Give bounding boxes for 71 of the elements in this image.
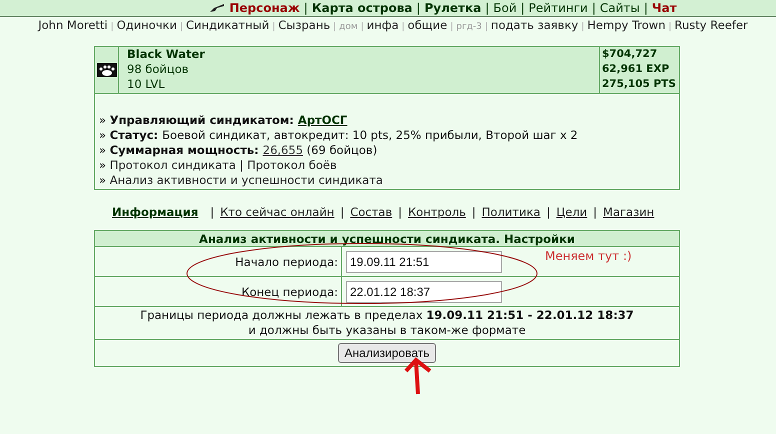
separator: | xyxy=(110,21,114,34)
separator: | xyxy=(520,0,525,17)
nav-link[interactable]: Персонаж xyxy=(229,0,300,17)
sub-nav-link[interactable]: Сызрань xyxy=(278,17,330,33)
separator: | xyxy=(340,204,344,221)
info-line: » Суммарная мощность: 26,655 (69 бойцов) xyxy=(99,143,378,158)
tab[interactable]: Информация xyxy=(112,204,198,222)
tab[interactable]: Кто сейчас онлайн xyxy=(220,204,334,222)
separator: | xyxy=(180,21,183,34)
field-label: Начало периода: xyxy=(95,247,342,276)
paw-icon xyxy=(96,63,116,77)
info-link[interactable]: Протокол синдиката xyxy=(110,158,236,172)
tab[interactable]: Контроль xyxy=(408,204,466,222)
separator: | xyxy=(272,21,276,34)
separator: | xyxy=(581,21,584,34)
separator: | xyxy=(304,0,308,17)
date-input[interactable]: 19.09.11 21:51 xyxy=(346,250,502,273)
tab[interactable]: Политика xyxy=(482,204,540,222)
sub-nav-link[interactable]: подать заявку xyxy=(490,17,578,33)
stat-value: 275,105 PTS xyxy=(602,77,677,92)
separator: | xyxy=(402,21,405,34)
sub-nav-link[interactable]: Rusty Reefer xyxy=(674,17,748,33)
info-link[interactable]: Анализ активности и успешности синдиката xyxy=(110,173,383,187)
nav-link[interactable]: Рулетка xyxy=(424,0,482,17)
period-note: Границы периода должны лежать в пределах 19.09.11 21:51 - 22.01.12 18:37 xyxy=(139,308,635,324)
manager-link[interactable]: АртОСГ xyxy=(298,113,348,127)
nav-link[interactable]: Сайты xyxy=(600,0,640,17)
format-note: и должны быть указаны в таком-же формате xyxy=(247,323,527,338)
sub-nav-link[interactable]: общие xyxy=(408,17,448,33)
syndicate-level: 10 LVL xyxy=(127,77,166,92)
nav-link[interactable]: Карта острова xyxy=(312,0,412,17)
info-line: » Статус: Боевой синдикат, автокредит: 10 pts, 25% прибыли, Второй шаг x 2 xyxy=(99,128,579,143)
annotation-text: Меняем тут :) xyxy=(545,248,632,265)
field-label: Конец периода: xyxy=(95,277,342,306)
info-line: » Протокол синдиката | Протокол боёв xyxy=(99,158,338,173)
sub-nav-link[interactable]: инфа xyxy=(366,17,399,33)
nav-link[interactable]: Бой xyxy=(493,0,517,17)
tab[interactable]: Магазин xyxy=(603,204,654,222)
sub-nav-link[interactable]: Одиночки xyxy=(116,17,177,33)
separator: | xyxy=(398,204,402,221)
syndicate-name: Black Water xyxy=(127,47,206,62)
separator: | xyxy=(592,0,596,17)
separator: | xyxy=(333,21,336,34)
stat-value: $704,727 xyxy=(602,47,658,62)
info-line: » Анализ активности и успешности синдиката xyxy=(99,173,384,188)
sub-nav-link[interactable]: Hempy Trown xyxy=(587,17,666,33)
nav-link[interactable]: Рейтинги xyxy=(528,0,588,17)
separator: | xyxy=(360,21,364,34)
separator: | xyxy=(644,0,648,17)
member-count: 98 бойцов xyxy=(127,62,190,77)
separator: | xyxy=(472,204,476,221)
tab[interactable]: Состав xyxy=(350,204,392,222)
separator: | xyxy=(668,21,672,34)
settings-title: Анализ активности и успешности синдиката. Настройки xyxy=(95,231,679,248)
info-link[interactable]: Протокол боёв xyxy=(247,158,337,172)
sub-nav-link[interactable]: John Moretti xyxy=(38,17,108,33)
separator: | xyxy=(210,204,214,221)
sub-nav-link[interactable]: Синдикатный xyxy=(186,17,270,33)
separator: | xyxy=(484,21,488,34)
tab[interactable]: Цели xyxy=(556,204,588,222)
separator: | xyxy=(546,204,550,221)
power-link[interactable]: 26,655 xyxy=(262,143,304,157)
separator: | xyxy=(416,0,420,17)
info-line: » Управляющий синдикатом: АртОСГ xyxy=(99,113,348,128)
separator: | xyxy=(593,204,598,221)
stat-value: 62,961 EXP xyxy=(602,62,670,77)
separator: | xyxy=(450,21,454,34)
separator: | xyxy=(485,0,490,17)
analyze-button[interactable]: Анализировать xyxy=(338,343,436,364)
date-input[interactable]: 22.01.12 18:37 xyxy=(346,280,502,303)
nav-link[interactable]: Чат xyxy=(652,0,677,17)
